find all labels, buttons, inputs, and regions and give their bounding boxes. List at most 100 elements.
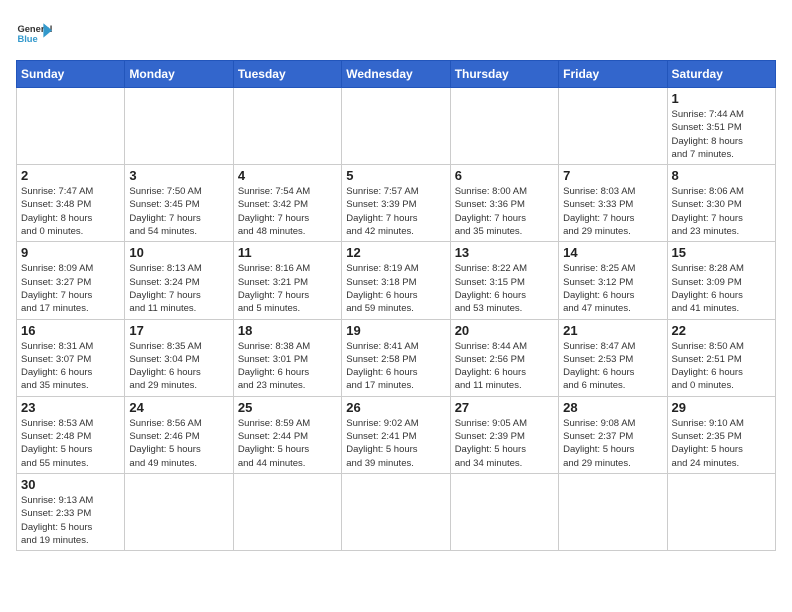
cell-info-text: Sunrise: 8:50 AM Sunset: 2:51 PM Dayligh… <box>672 340 771 393</box>
calendar-cell: 6 Sunrise: 8:00 AM Sunset: 3:36 PM Daylig… <box>450 165 558 242</box>
cell-info-text: Sunrise: 7:54 AM Sunset: 3:42 PM Dayligh… <box>238 185 337 238</box>
cell-day-number: 15 <box>672 245 771 260</box>
calendar-cell: 3 Sunrise: 7:50 AM Sunset: 3:45 PM Daylig… <box>125 165 233 242</box>
calendar-cell <box>450 473 558 550</box>
calendar-cell: 7 Sunrise: 8:03 AM Sunset: 3:33 PM Daylig… <box>559 165 667 242</box>
calendar-cell: 22 Sunrise: 8:50 AM Sunset: 2:51 PM Dayli… <box>667 319 775 396</box>
calendar-cell <box>559 473 667 550</box>
cell-info-text: Sunrise: 7:57 AM Sunset: 3:39 PM Dayligh… <box>346 185 445 238</box>
logo-icon: General Blue <box>16 16 52 52</box>
cell-day-number: 21 <box>563 323 662 338</box>
cell-day-number: 12 <box>346 245 445 260</box>
calendar-cell: 24 Sunrise: 8:56 AM Sunset: 2:46 PM Dayli… <box>125 396 233 473</box>
cell-day-number: 26 <box>346 400 445 415</box>
calendar-week-row: 23Sunrise: 8:53 AM Sunset: 2:48 PM Dayli… <box>17 396 776 473</box>
cell-info-text: Sunrise: 8:59 AM Sunset: 2:44 PM Dayligh… <box>238 417 337 470</box>
cell-day-number: 20 <box>455 323 554 338</box>
cell-info-text: Sunrise: 8:56 AM Sunset: 2:46 PM Dayligh… <box>129 417 228 470</box>
calendar-cell: 5Sunrise: 7:57 AM Sunset: 3:39 PM Daylig… <box>342 165 450 242</box>
calendar-cell: 16 Sunrise: 8:31 AM Sunset: 3:07 PM Dayli… <box>17 319 125 396</box>
calendar-cell: 13 Sunrise: 8:22 AM Sunset: 3:15 PM Dayli… <box>450 242 558 319</box>
cell-day-number: 11 <box>238 245 337 260</box>
cell-day-number: 27 <box>455 400 554 415</box>
cell-day-number: 30 <box>21 477 120 492</box>
cell-info-text: Sunrise: 9:13 AM Sunset: 2:33 PM Dayligh… <box>21 494 120 547</box>
calendar-cell: 30 Sunrise: 9:13 AM Sunset: 2:33 PM Dayli… <box>17 473 125 550</box>
cell-day-number: 9 <box>21 245 120 260</box>
calendar-cell: 10Sunrise: 8:13 AM Sunset: 3:24 PM Dayli… <box>125 242 233 319</box>
cell-info-text: Sunrise: 8:25 AM Sunset: 3:12 PM Dayligh… <box>563 262 662 315</box>
cell-day-number: 29 <box>672 400 771 415</box>
cell-day-number: 25 <box>238 400 337 415</box>
cell-info-text: Sunrise: 9:08 AM Sunset: 2:37 PM Dayligh… <box>563 417 662 470</box>
weekday-header-cell: Monday <box>125 61 233 88</box>
cell-info-text: Sunrise: 8:00 AM Sunset: 3:36 PM Dayligh… <box>455 185 554 238</box>
cell-day-number: 24 <box>129 400 228 415</box>
calendar-cell: 14 Sunrise: 8:25 AM Sunset: 3:12 PM Dayli… <box>559 242 667 319</box>
cell-day-number: 22 <box>672 323 771 338</box>
cell-info-text: Sunrise: 7:50 AM Sunset: 3:45 PM Dayligh… <box>129 185 228 238</box>
calendar-cell <box>667 473 775 550</box>
calendar-week-row: 9 Sunrise: 8:09 AM Sunset: 3:27 PM Daylig… <box>17 242 776 319</box>
cell-day-number: 7 <box>563 168 662 183</box>
calendar-cell: 8Sunrise: 8:06 AM Sunset: 3:30 PM Daylig… <box>667 165 775 242</box>
svg-text:Blue: Blue <box>17 34 37 44</box>
weekday-header-cell: Sunday <box>17 61 125 88</box>
cell-info-text: Sunrise: 8:03 AM Sunset: 3:33 PM Dayligh… <box>563 185 662 238</box>
calendar-cell <box>125 88 233 165</box>
weekday-header-row: SundayMondayTuesdayWednesdayThursdayFrid… <box>17 61 776 88</box>
weekday-header-cell: Thursday <box>450 61 558 88</box>
calendar-cell <box>17 88 125 165</box>
calendar-cell: 18Sunrise: 8:38 AM Sunset: 3:01 PM Dayli… <box>233 319 341 396</box>
cell-day-number: 4 <box>238 168 337 183</box>
cell-info-text: Sunrise: 8:47 AM Sunset: 2:53 PM Dayligh… <box>563 340 662 393</box>
cell-info-text: Sunrise: 8:22 AM Sunset: 3:15 PM Dayligh… <box>455 262 554 315</box>
weekday-header-cell: Tuesday <box>233 61 341 88</box>
cell-day-number: 28 <box>563 400 662 415</box>
cell-info-text: Sunrise: 8:19 AM Sunset: 3:18 PM Dayligh… <box>346 262 445 315</box>
cell-day-number: 17 <box>129 323 228 338</box>
calendar-cell <box>342 473 450 550</box>
cell-day-number: 16 <box>21 323 120 338</box>
calendar-cell <box>125 473 233 550</box>
weekday-header-cell: Saturday <box>667 61 775 88</box>
cell-info-text: Sunrise: 8:35 AM Sunset: 3:04 PM Dayligh… <box>129 340 228 393</box>
cell-info-text: Sunrise: 9:05 AM Sunset: 2:39 PM Dayligh… <box>455 417 554 470</box>
calendar-week-row: 30 Sunrise: 9:13 AM Sunset: 2:33 PM Dayli… <box>17 473 776 550</box>
calendar-cell: 28 Sunrise: 9:08 AM Sunset: 2:37 PM Dayli… <box>559 396 667 473</box>
cell-info-text: Sunrise: 8:41 AM Sunset: 2:58 PM Dayligh… <box>346 340 445 393</box>
cell-info-text: Sunrise: 7:47 AM Sunset: 3:48 PM Dayligh… <box>21 185 120 238</box>
calendar-cell: 11 Sunrise: 8:16 AM Sunset: 3:21 PM Dayli… <box>233 242 341 319</box>
cell-info-text: Sunrise: 9:02 AM Sunset: 2:41 PM Dayligh… <box>346 417 445 470</box>
cell-day-number: 2 <box>21 168 120 183</box>
calendar-cell: 26 Sunrise: 9:02 AM Sunset: 2:41 PM Dayli… <box>342 396 450 473</box>
cell-day-number: 14 <box>563 245 662 260</box>
calendar-cell: 1Sunrise: 7:44 AM Sunset: 3:51 PM Daylig… <box>667 88 775 165</box>
calendar-cell: 23Sunrise: 8:53 AM Sunset: 2:48 PM Dayli… <box>17 396 125 473</box>
cell-info-text: Sunrise: 8:16 AM Sunset: 3:21 PM Dayligh… <box>238 262 337 315</box>
calendar-week-row: 16 Sunrise: 8:31 AM Sunset: 3:07 PM Dayli… <box>17 319 776 396</box>
cell-day-number: 23 <box>21 400 120 415</box>
logo: General Blue <box>16 16 52 52</box>
weekday-header-cell: Friday <box>559 61 667 88</box>
cell-day-number: 3 <box>129 168 228 183</box>
cell-day-number: 13 <box>455 245 554 260</box>
cell-info-text: Sunrise: 8:31 AM Sunset: 3:07 PM Dayligh… <box>21 340 120 393</box>
calendar-cell: 2 Sunrise: 7:47 AM Sunset: 3:48 PM Daylig… <box>17 165 125 242</box>
calendar-cell: 20Sunrise: 8:44 AM Sunset: 2:56 PM Dayli… <box>450 319 558 396</box>
calendar-cell <box>342 88 450 165</box>
calendar-cell: 17 Sunrise: 8:35 AM Sunset: 3:04 PM Dayli… <box>125 319 233 396</box>
calendar-cell: 27 Sunrise: 9:05 AM Sunset: 2:39 PM Dayli… <box>450 396 558 473</box>
calendar-cell: 21 Sunrise: 8:47 AM Sunset: 2:53 PM Dayli… <box>559 319 667 396</box>
cell-info-text: Sunrise: 8:28 AM Sunset: 3:09 PM Dayligh… <box>672 262 771 315</box>
calendar-cell: 15 Sunrise: 8:28 AM Sunset: 3:09 PM Dayli… <box>667 242 775 319</box>
cell-info-text: Sunrise: 7:44 AM Sunset: 3:51 PM Dayligh… <box>672 108 771 161</box>
cell-day-number: 8 <box>672 168 771 183</box>
cell-day-number: 6 <box>455 168 554 183</box>
calendar-cell <box>559 88 667 165</box>
calendar-cell: 9 Sunrise: 8:09 AM Sunset: 3:27 PM Daylig… <box>17 242 125 319</box>
calendar-table: SundayMondayTuesdayWednesdayThursdayFrid… <box>16 60 776 551</box>
cell-info-text: Sunrise: 8:13 AM Sunset: 3:24 PM Dayligh… <box>129 262 228 315</box>
cell-info-text: Sunrise: 8:09 AM Sunset: 3:27 PM Dayligh… <box>21 262 120 315</box>
weekday-header-cell: Wednesday <box>342 61 450 88</box>
